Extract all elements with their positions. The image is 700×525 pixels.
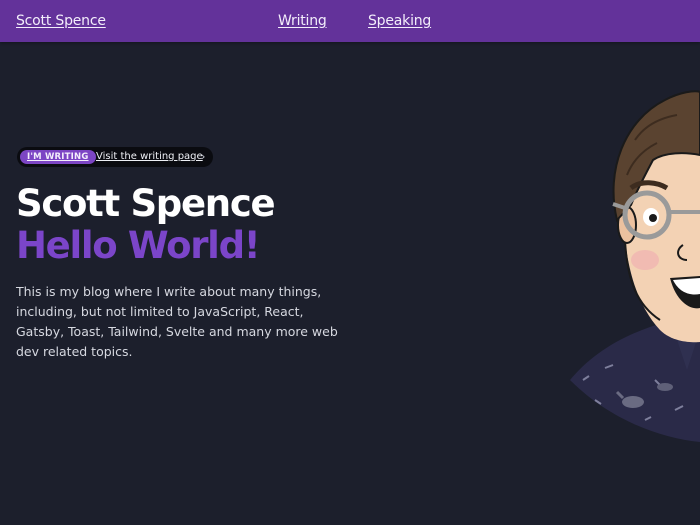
top-navigation: Scott Spence Writing Speaking: [0, 0, 700, 42]
hero-description: This is my blog where I write about many…: [16, 284, 338, 359]
writing-badge[interactable]: I'M WRITING: [20, 150, 96, 164]
nav-link-speaking[interactable]: Speaking: [368, 13, 431, 29]
hero-name: Scott Spence: [16, 182, 276, 225]
writing-announcement-pill[interactable]: I'M WRITING Visit the writing page ›: [17, 147, 213, 167]
hero-heading: Scott Spence Hello World!: [16, 182, 276, 267]
nav-link-writing[interactable]: Writing: [278, 13, 327, 29]
chevron-right-icon: ›: [201, 150, 206, 163]
writing-page-link[interactable]: Visit the writing page: [96, 151, 203, 162]
hero-greeting: Hello World!: [16, 224, 261, 267]
author-illustration: [570, 90, 700, 442]
brand-link[interactable]: Scott Spence: [16, 13, 106, 29]
